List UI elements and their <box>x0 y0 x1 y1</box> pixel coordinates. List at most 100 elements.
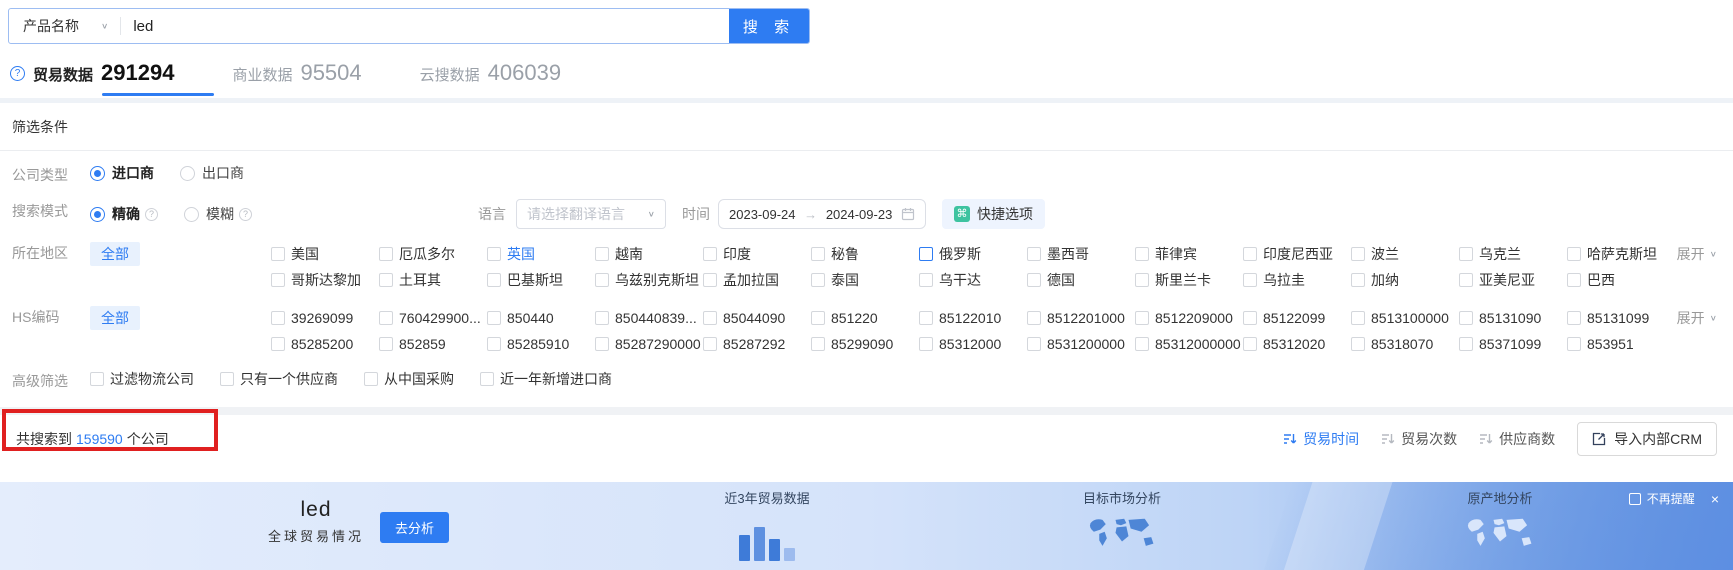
radio-exporter[interactable]: 出口商 <box>180 163 244 183</box>
hs-code-option[interactable]: 8512201000 <box>1027 310 1135 326</box>
hs-code-option[interactable]: 85122099 <box>1243 310 1351 326</box>
region-option[interactable]: 泰国 <box>811 270 919 290</box>
info-icon: ? <box>145 207 158 221</box>
checkbox-icon <box>703 337 717 351</box>
hs-code-option[interactable]: 850440 <box>487 310 595 326</box>
region-option[interactable]: 越南 <box>595 244 703 264</box>
hs-code-option[interactable]: 85285910 <box>487 336 595 352</box>
checkbox-label: 孟加拉国 <box>723 272 779 288</box>
hs-code-option[interactable]: 85287292 <box>703 336 811 352</box>
hs-code-option[interactable]: 853951 <box>1567 336 1675 352</box>
hs-code-option[interactable]: 760429900... <box>379 310 487 326</box>
tab-cloud-data[interactable]: 云搜数据 406039 <box>420 60 561 96</box>
help-icon[interactable]: ? <box>10 65 25 81</box>
region-option[interactable]: 乌干达 <box>919 270 1027 290</box>
advanced-filter-option[interactable]: 过滤物流公司 <box>90 369 194 389</box>
region-option[interactable]: 乌兹别克斯坦 <box>595 270 703 290</box>
advanced-filter-option[interactable]: 从中国采购 <box>364 369 454 389</box>
radio-icon <box>180 165 195 181</box>
radio-fuzzy[interactable]: 模糊 ? <box>184 204 252 224</box>
region-option[interactable]: 俄罗斯 <box>919 244 1027 264</box>
region-expand-button[interactable]: 展开 ∨ <box>1677 244 1733 264</box>
search-category-dropdown[interactable]: 产品名称 ∨ <box>9 9 120 43</box>
hs-code-option[interactable]: 851220 <box>811 310 919 326</box>
tab-count: 291294 <box>101 60 175 85</box>
hs-code-option[interactable]: 85044090 <box>703 310 811 326</box>
region-option[interactable]: 英国 <box>487 244 595 264</box>
checkbox-label: 8512209000 <box>1155 310 1233 326</box>
hs-code-option[interactable]: 85285200 <box>271 336 379 352</box>
search-mode-row: 搜索模式 精确 ? 模糊 ? 语言 请选择翻译语言 ∨ 时间 2023-09-2… <box>0 199 1733 229</box>
region-option[interactable]: 印度 <box>703 244 811 264</box>
sort-supplier-count-button[interactable]: 供应商数 <box>1479 429 1555 449</box>
import-crm-button[interactable]: 导入内部CRM <box>1577 422 1717 456</box>
hs-code-option[interactable]: 85318070 <box>1351 336 1459 352</box>
region-option[interactable]: 哈萨克斯坦 <box>1567 244 1675 264</box>
region-option[interactable]: 波兰 <box>1351 244 1459 264</box>
hs-code-option[interactable]: 85299090 <box>811 336 919 352</box>
region-option[interactable]: 斯里兰卡 <box>1135 270 1243 290</box>
region-option[interactable]: 秘鲁 <box>811 244 919 264</box>
dismiss-checkbox[interactable] <box>1628 492 1641 505</box>
checkbox-icon <box>379 273 393 287</box>
language-select[interactable]: 请选择翻译语言 ∨ <box>516 199 666 229</box>
hs-code-option[interactable]: 85312000 <box>919 336 1027 352</box>
analyze-button[interactable]: 去分析 <box>380 512 450 543</box>
region-option[interactable]: 孟加拉国 <box>703 270 811 290</box>
checkbox-label: 85131099 <box>1587 310 1650 326</box>
region-option[interactable]: 土耳其 <box>379 270 487 290</box>
checkbox-icon <box>703 273 717 287</box>
region-option[interactable]: 巴西 <box>1567 270 1675 290</box>
region-option[interactable]: 乌克兰 <box>1459 244 1567 264</box>
tab-business-data[interactable]: 商业数据 95504 <box>232 60 361 96</box>
region-option[interactable]: 德国 <box>1027 270 1135 290</box>
region-all-chip[interactable]: 全部 <box>90 242 140 266</box>
search-input[interactable] <box>121 9 729 43</box>
region-option[interactable]: 墨西哥 <box>1027 244 1135 264</box>
date-range-picker[interactable]: 2023-09-24 → 2024-09-23 <box>718 199 926 229</box>
radio-exact[interactable]: 精确 ? <box>90 204 158 224</box>
hs-code-option[interactable]: 85122010 <box>919 310 1027 326</box>
hs-code-option[interactable]: 85312000000 <box>1135 336 1243 352</box>
checkbox-label: 85318070 <box>1371 336 1434 352</box>
region-option[interactable]: 巴基斯坦 <box>487 270 595 290</box>
region-option[interactable]: 厄瓜多尔 <box>379 244 487 264</box>
checkbox-label: 印度尼西亚 <box>1263 246 1333 262</box>
checkbox-icon <box>487 247 501 261</box>
advanced-filter-option[interactable]: 近一年新增进口商 <box>480 369 612 389</box>
result-count[interactable]: 159590 <box>76 431 123 447</box>
region-option[interactable]: 亚美尼亚 <box>1459 270 1567 290</box>
hs-code-option[interactable]: 85287290000 <box>595 336 703 352</box>
hs-expand-button[interactable]: 展开 ∨ <box>1677 308 1733 328</box>
region-option[interactable]: 美国 <box>271 244 379 264</box>
hs-code-option[interactable]: 85371099 <box>1459 336 1567 352</box>
checkbox-icon <box>811 311 825 325</box>
radio-importer[interactable]: 进口商 <box>90 163 154 183</box>
result-count-text: 共搜索到 159590 个公司 <box>16 431 169 447</box>
hs-all-chip[interactable]: 全部 <box>90 306 140 330</box>
hs-code-option[interactable]: 850440839... <box>595 310 703 326</box>
tab-trade-data[interactable]: ? 贸易数据 291294 <box>10 60 215 96</box>
region-option[interactable]: 乌拉圭 <box>1243 270 1351 290</box>
region-option[interactable]: 加纳 <box>1351 270 1459 290</box>
sort-trade-count-button[interactable]: 贸易次数 <box>1381 429 1457 449</box>
hs-code-option[interactable]: 85131090 <box>1459 310 1567 326</box>
quick-options-button[interactable]: ⌘ 快捷选项 <box>942 199 1045 229</box>
checkbox-icon <box>1459 247 1473 261</box>
hs-code-option[interactable]: 85312020 <box>1243 336 1351 352</box>
sort-trade-time-button[interactable]: 贸易时间 <box>1283 429 1359 449</box>
hs-code-option[interactable]: 8513100000 <box>1351 310 1459 326</box>
hs-code-option[interactable]: 8531200000 <box>1027 336 1135 352</box>
search-button[interactable]: 搜 索 <box>729 9 809 43</box>
checkbox-icon <box>811 273 825 287</box>
hs-code-option[interactable]: 8512209000 <box>1135 310 1243 326</box>
hs-code-option[interactable]: 852859 <box>379 336 487 352</box>
region-option[interactable]: 哥斯达黎加 <box>271 270 379 290</box>
advanced-filter-option[interactable]: 只有一个供应商 <box>220 369 338 389</box>
hs-code-option[interactable]: 85131099 <box>1567 310 1675 326</box>
hs-code-option[interactable]: 39269099 <box>271 310 379 326</box>
close-icon[interactable]: × <box>1711 492 1719 506</box>
region-option[interactable]: 印度尼西亚 <box>1243 244 1351 264</box>
export-icon <box>1592 432 1606 446</box>
region-option[interactable]: 菲律宾 <box>1135 244 1243 264</box>
